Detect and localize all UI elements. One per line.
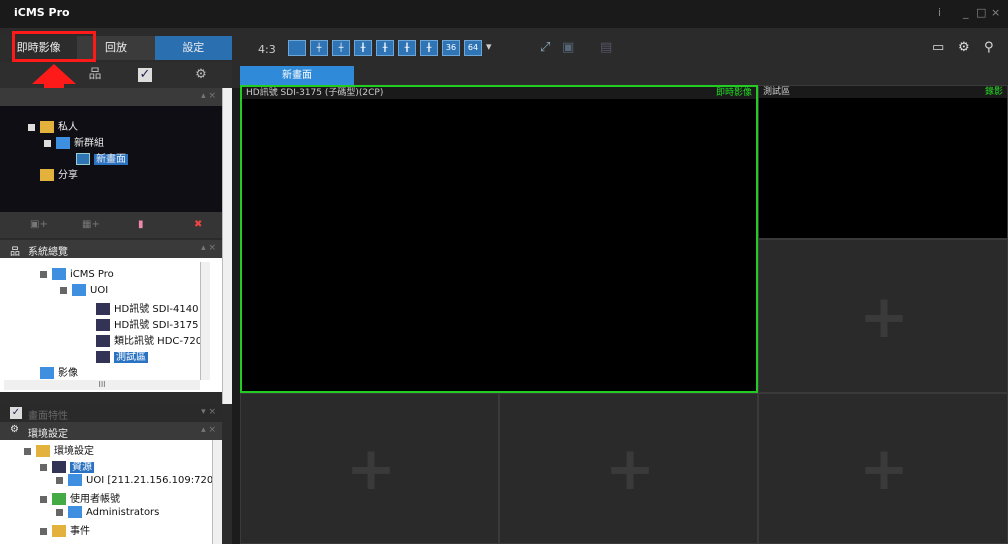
tree-node-shared[interactable]: 分享 [40, 166, 78, 181]
search-icon[interactable]: ⚲ [984, 40, 994, 55]
empty-cell[interactable]: + [499, 393, 758, 544]
system-tree: iCMS Pro UOI HD訊號 SDI-4140 ( HD訊號 SDI-31… [0, 258, 222, 392]
video-cell-side[interactable]: 測試區 錄影 [758, 85, 1008, 239]
tree-node-resources[interactable]: 資源 [40, 458, 94, 473]
tree-node-new-group[interactable]: 新群組 [44, 134, 104, 149]
video-cell-header: HD訊號 SDI-3175 (子碼型)(2CP) 即時影像 [242, 87, 756, 99]
video-wall: HD訊號 SDI-3175 (子碼型)(2CP) 即時影像 測試區 錄影 + +… [240, 85, 1008, 544]
add-icon: + [345, 434, 397, 504]
layout-6-button[interactable]: ┼ [332, 40, 350, 56]
layout-64-button[interactable]: 64 [464, 40, 482, 56]
check-icon: ✓ [10, 407, 22, 419]
layout-36-button[interactable]: 36 [442, 40, 460, 56]
video-cell-title: HD訊號 SDI-3175 (子碼型)(2CP) [246, 88, 384, 98]
maximize-button[interactable]: □ [976, 6, 986, 19]
layout-16-button[interactable]: ╫ [420, 40, 438, 56]
minimize-button[interactable]: _ [963, 6, 969, 19]
groups-panel-header: ▴ × [0, 88, 222, 106]
tree-node-events[interactable]: 事件 [40, 522, 90, 537]
env-panel-title: 環境設定 [28, 429, 68, 440]
add-device-icon[interactable]: ▣+ [30, 219, 48, 230]
add-icon: + [604, 434, 656, 504]
gear-icon: ⚙ [10, 424, 19, 435]
page-tab[interactable]: 新畫面 [240, 66, 354, 85]
tree-node-private[interactable]: 私人 [28, 118, 78, 133]
layout-buttons: ┼ ┼ ╫ ╫ ╫ ╫ 36 64 ▾ [288, 40, 496, 56]
empty-cell[interactable]: + [758, 239, 1008, 393]
layout-10-button[interactable]: ╫ [376, 40, 394, 56]
close-button[interactable]: × [991, 6, 1000, 19]
page-props-header: ✓ 畫面特性 ▾ × [0, 404, 222, 422]
tree-node-uoi-server[interactable]: UOI [211.21.156.109:720] [56, 474, 217, 486]
settings-gear-icon[interactable]: ⚙ [958, 40, 970, 55]
tree-node-icms[interactable]: iCMS Pro [40, 268, 114, 280]
check-icon[interactable]: ✓ [138, 68, 152, 82]
tree-node-camera-3[interactable]: 類比訊號 HDC-720 [96, 332, 202, 347]
tab-settings[interactable]: 設定 [154, 36, 232, 60]
layout-9-button[interactable]: ╫ [354, 40, 372, 56]
system-panel-title: 系統總覽 [28, 247, 68, 258]
system-tree-hscroll[interactable]: III [4, 380, 200, 390]
sequence-icon[interactable]: ▤ [600, 40, 612, 55]
highlight-box [12, 31, 96, 62]
groups-toolbar: ▣+ ▦+ ▮ ✖ [0, 212, 222, 238]
fullscreen-icon[interactable]: ⤢ [540, 40, 550, 55]
panel-splitter[interactable] [232, 88, 240, 544]
video-cell-main[interactable]: HD訊號 SDI-3175 (子碼型)(2CP) 即時影像 [240, 85, 758, 393]
video-cell-header: 測試區 錄影 [759, 86, 1007, 98]
add-icon: + [858, 282, 910, 352]
info-icon[interactable]: i [938, 6, 941, 19]
delete-icon[interactable]: ✖ [194, 219, 202, 230]
empty-cell[interactable]: + [758, 393, 1008, 544]
env-tree: 環境設定 資源 UOI [211.21.156.109:720] 使用者帳號 A… [0, 440, 222, 544]
system-panel-header: 品 系統總覽 ▴ × [0, 240, 222, 258]
tree-node-env[interactable]: 環境設定 [24, 442, 94, 457]
title-bar: iCMS Pro i _ □ × [0, 0, 1008, 28]
tree-node-new-page[interactable]: 新畫面 [76, 150, 128, 165]
aspect-ratio[interactable]: 4:3 [258, 43, 276, 56]
tree-node-accounts[interactable]: 使用者帳號 [40, 490, 120, 505]
groups-tree: 私人 新群組 新畫面 分享 [0, 106, 222, 212]
device-tree-icon: 品 [10, 247, 20, 258]
layout-4-button[interactable]: ┼ [310, 40, 328, 56]
color-icon[interactable]: ▮ [138, 219, 144, 230]
left-panel-vscroll[interactable] [222, 88, 232, 404]
device-tree-icon[interactable]: 品 [88, 68, 102, 82]
app-title: iCMS Pro [14, 6, 70, 19]
env-panel-header: ⚙ 環境設定 ▴ × [0, 422, 222, 440]
page-props-title: 畫面特性 [28, 411, 68, 422]
system-tree-vscroll[interactable] [200, 262, 210, 380]
gear-icon[interactable]: ⚙ [194, 68, 208, 82]
record-status-badge: 錄影 [984, 87, 1003, 97]
display-icon[interactable]: ▭ [932, 40, 944, 55]
layout-13-button[interactable]: ╫ [398, 40, 416, 56]
tree-node-uoi[interactable]: UOI [60, 284, 108, 296]
layout-1-button[interactable] [288, 40, 306, 56]
tree-node-image[interactable]: 影像 [40, 364, 78, 379]
add-layout-icon[interactable]: ▦+ [82, 219, 100, 230]
env-tree-vscroll[interactable] [212, 440, 222, 544]
live-status-badge: 即時影像 [715, 88, 752, 98]
tree-node-camera-1[interactable]: HD訊號 SDI-4140 ( [96, 300, 206, 315]
tree-node-administrators[interactable]: Administrators [56, 506, 159, 518]
video-cell-title: 測試區 [763, 87, 791, 97]
tree-node-camera-2[interactable]: HD訊號 SDI-3175 ( [96, 316, 206, 331]
empty-cell[interactable]: + [240, 393, 499, 544]
popout-icon[interactable]: ▣ [562, 40, 574, 55]
layout-dropdown-icon[interactable]: ▾ [486, 40, 496, 56]
add-icon: + [858, 434, 910, 504]
tree-node-test-area[interactable]: 測試區 [96, 348, 148, 363]
